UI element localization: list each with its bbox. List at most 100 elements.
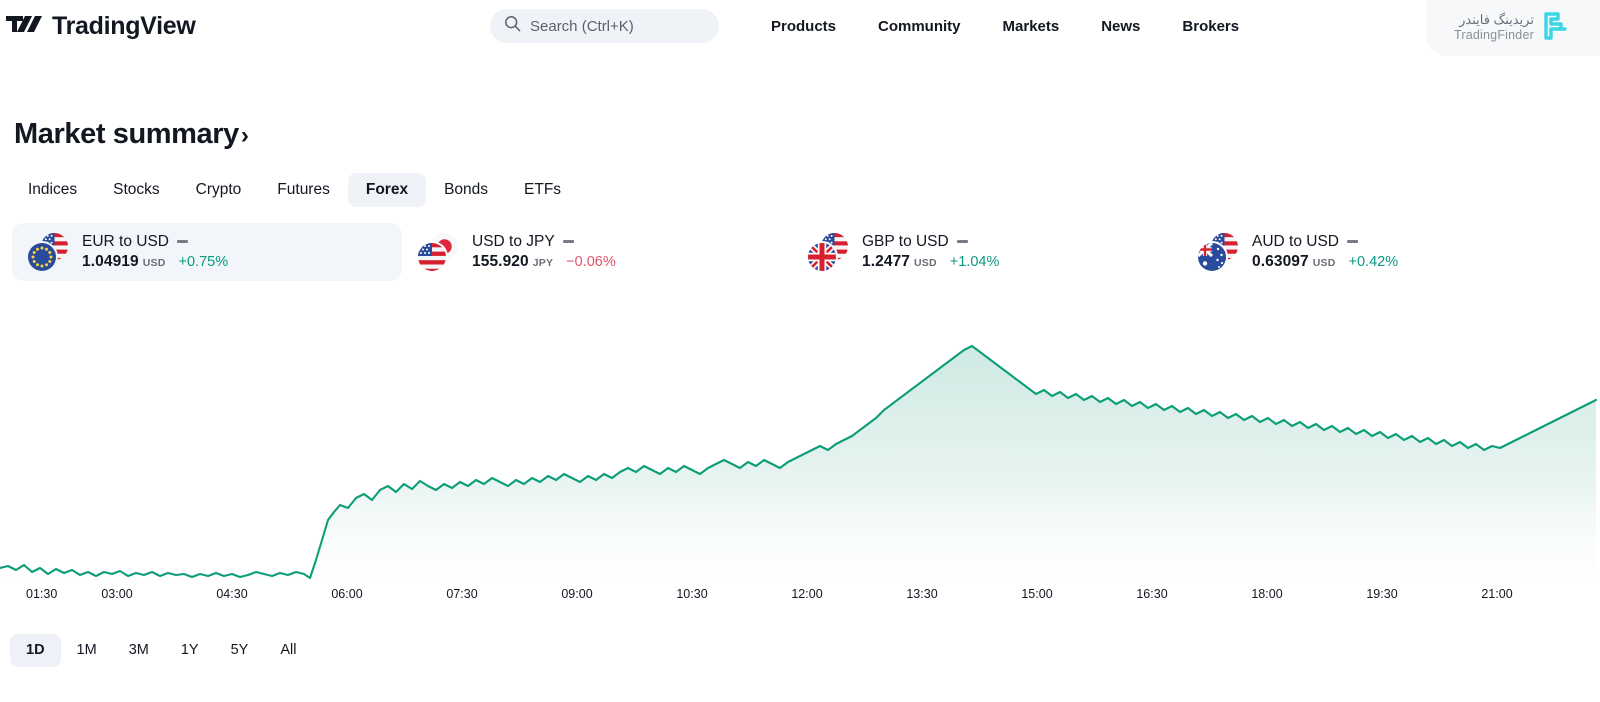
watermark-text-en: TradingFinder [1454, 28, 1534, 43]
page-content: Market summary › Indices Stocks Crypto F… [0, 118, 1600, 281]
range-button-5y[interactable]: 5Y [215, 634, 265, 667]
x-axis-tick: 19:30 [1366, 587, 1398, 601]
quote-header-eurusd: EUR to USD [82, 232, 228, 250]
x-axis-tick: 21:00 [1481, 587, 1513, 601]
range-button-all[interactable]: All [264, 634, 312, 667]
price-chart-svg [0, 344, 1598, 590]
eu-flag-icon [28, 242, 56, 271]
range-button-1m[interactable]: 1M [61, 634, 113, 667]
quote-currency: USD [142, 257, 166, 269]
quote-values-audusd: 0.63097 USD +0.42% [1252, 254, 1398, 270]
tab-stocks[interactable]: Stocks [95, 173, 178, 207]
quote-price: 0.63097 [1252, 253, 1309, 270]
quote-card-audusd[interactable]: AUD to USD 0.63097 USD +0.42% [1182, 223, 1572, 281]
tradingfinder-watermark: تریدینگ فایندر TradingFinder [1426, 0, 1600, 56]
page-title[interactable]: Market summary › [14, 118, 249, 151]
x-axis-tick: 07:30 [446, 587, 478, 601]
gb-flag-icon [808, 242, 836, 271]
x-axis-tick: 09:00 [561, 587, 593, 601]
quote-currency: USD [1312, 257, 1336, 269]
tradingview-logo[interactable]: TradingView [6, 0, 196, 52]
flag-pair-usdjpy [418, 232, 458, 271]
au-flag-icon [1198, 242, 1226, 271]
quote-change: +1.04% [949, 254, 1000, 270]
quote-info-audusd: AUD to USD 0.63097 USD +0.42% [1252, 232, 1398, 270]
price-chart[interactable] [0, 300, 1600, 590]
x-axis-tick: 16:30 [1136, 587, 1168, 601]
quote-price: 1.2477 [862, 253, 911, 270]
x-axis-tick: 18:00 [1251, 587, 1283, 601]
tradingfinder-logo-icon [1542, 10, 1572, 47]
tab-bonds[interactable]: Bonds [426, 173, 506, 207]
x-axis-tick: 06:00 [331, 587, 363, 601]
quote-card-usdjpy[interactable]: USD to JPY 155.920 JPY −0.06% [402, 223, 792, 281]
quote-info-eurusd: EUR to USD 1.04919 USD +0.75% [82, 232, 228, 270]
quote-values-eurusd: 1.04919 USD +0.75% [82, 254, 228, 270]
quote-name: GBP to USD [862, 232, 949, 250]
nav-item-products[interactable]: Products [750, 19, 857, 34]
us-flag-icon [418, 242, 446, 271]
tab-indices[interactable]: Indices [10, 173, 95, 207]
chart-area-fill [0, 346, 1596, 590]
site-header: TradingView Search (Ctrl+K) Products Com… [0, 0, 1600, 56]
quote-header-gbpusd: GBP to USD [862, 232, 999, 250]
chart-x-axis: 01:30 03:00 04:30 06:00 07:30 09:00 10:30 12:00… [0, 588, 1600, 610]
quote-cards: EUR to USD 1.04919 USD +0.75% USD to JPY… [12, 222, 1600, 281]
tab-forex[interactable]: Forex [347, 173, 427, 207]
x-axis-tick: 12:00 [791, 587, 823, 601]
main-nav: Products Community Markets News Brokers [750, 0, 1260, 52]
watermark-text-fa: تریدینگ فایندر [1459, 12, 1534, 28]
quote-header-usdjpy: USD to JPY [472, 232, 616, 250]
flag-pair-eurusd [28, 232, 68, 271]
quote-change: −0.06% [566, 254, 616, 270]
quote-card-eurusd[interactable]: EUR to USD 1.04919 USD +0.75% [12, 222, 402, 281]
time-range-selector: 1D 1M 3M 1Y 5Y All [10, 634, 312, 667]
quote-values-usdjpy: 155.920 JPY −0.06% [472, 254, 616, 270]
search-icon [504, 15, 521, 37]
x-axis-tick: 15:00 [1021, 587, 1053, 601]
category-tabs: Indices Stocks Crypto Futures Forex Bond… [10, 173, 1600, 207]
range-button-3m[interactable]: 3M [113, 634, 165, 667]
tab-futures[interactable]: Futures [259, 173, 348, 207]
range-button-1d[interactable]: 1D [10, 634, 61, 667]
quote-info-usdjpy: USD to JPY 155.920 JPY −0.06% [472, 232, 616, 270]
range-button-1y[interactable]: 1Y [165, 634, 215, 667]
tab-etfs[interactable]: ETFs [506, 173, 579, 207]
page-title-text: Market summary [14, 118, 239, 150]
nav-item-brokers[interactable]: Brokers [1161, 19, 1260, 34]
tradingview-logo-icon [6, 13, 44, 40]
quote-change: +0.42% [1348, 254, 1399, 270]
quote-currency: USD [914, 257, 937, 269]
quote-currency: JPY [532, 257, 554, 269]
tab-crypto[interactable]: Crypto [178, 173, 260, 207]
flat-dash-icon [177, 240, 188, 243]
x-axis-tick: 03:00 [101, 587, 133, 601]
x-axis-tick: 13:30 [906, 587, 938, 601]
search-input[interactable]: Search (Ctrl+K) [490, 9, 719, 43]
quote-values-gbpusd: 1.2477 USD +1.04% [862, 254, 999, 270]
flag-pair-gbpusd [808, 232, 848, 271]
nav-item-markets[interactable]: Markets [982, 19, 1081, 34]
quote-name: EUR to USD [82, 232, 169, 250]
nav-item-news[interactable]: News [1080, 19, 1161, 34]
quote-card-gbpusd[interactable]: GBP to USD 1.2477 USD +1.04% [792, 223, 1182, 281]
search-placeholder: Search (Ctrl+K) [530, 17, 634, 35]
tradingview-logo-text: TradingView [52, 11, 196, 40]
flat-dash-icon [1347, 240, 1358, 243]
flag-pair-audusd [1198, 232, 1238, 271]
chevron-right-icon: › [240, 121, 249, 149]
quote-name: USD to JPY [472, 232, 555, 250]
x-axis-tick: 10:30 [676, 587, 708, 601]
quote-name: AUD to USD [1252, 232, 1339, 250]
quote-price: 1.04919 [82, 253, 139, 270]
quote-info-gbpusd: GBP to USD 1.2477 USD +1.04% [862, 232, 999, 270]
x-axis-tick: 01:30 [26, 587, 58, 601]
quote-price: 155.920 [472, 253, 529, 270]
watermark-texts: تریدینگ فایندر TradingFinder [1454, 12, 1534, 43]
flat-dash-icon [562, 240, 574, 243]
nav-item-community[interactable]: Community [857, 19, 982, 34]
quote-change: +0.75% [178, 254, 229, 270]
x-axis-tick: 04:30 [216, 587, 248, 601]
quote-header-audusd: AUD to USD [1252, 232, 1398, 250]
flat-dash-icon [956, 240, 968, 243]
